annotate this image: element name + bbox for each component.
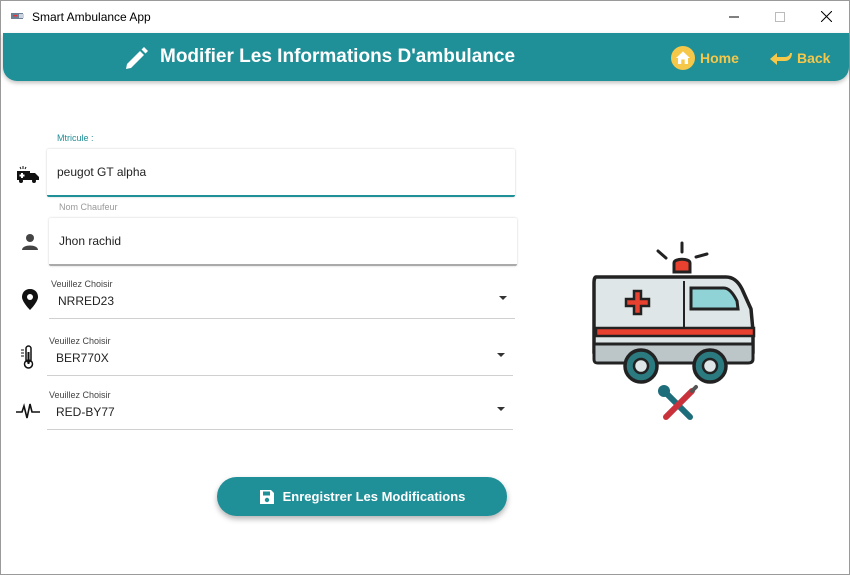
chevron-down-icon — [499, 296, 507, 300]
location-pin-icon — [16, 286, 44, 314]
wrench-screwdriver-icon — [658, 385, 698, 420]
ambulance-illustration — [592, 241, 756, 420]
select-3-value: RED-BY77 — [56, 405, 115, 419]
back-arrow-icon — [770, 53, 792, 65]
app-window: Smart Ambulance App Modifier Les Informa… — [0, 0, 850, 575]
heartbeat-icon — [14, 397, 42, 425]
save-button[interactable]: Enregistrer Les Modifications — [217, 477, 507, 516]
chauffeur-input[interactable] — [49, 218, 517, 266]
select-2-value: BER770X — [56, 351, 109, 365]
close-icon — [820, 11, 832, 22]
select-1-value: NRRED23 — [58, 294, 115, 308]
back-label: Back — [797, 50, 831, 66]
app-logo-icon — [11, 13, 24, 19]
close-button[interactable] — [803, 1, 849, 32]
maximize-button[interactable] — [757, 1, 803, 32]
home-button[interactable]: Home — [670, 45, 739, 71]
chevron-down-icon — [497, 407, 505, 411]
select-1-label: Veuillez Choisir — [51, 279, 113, 289]
pencil-icon — [126, 47, 148, 69]
matricule-label: Mtricule : — [57, 133, 94, 143]
person-icon — [16, 228, 44, 256]
home-label: Home — [700, 50, 739, 66]
save-icon — [259, 489, 274, 504]
home-icon — [671, 46, 695, 70]
matricule-input[interactable] — [47, 149, 515, 197]
minimize-icon — [729, 16, 739, 17]
select-2-label: Veuillez Choisir — [49, 336, 111, 346]
ambulance-icon — [14, 160, 42, 188]
window-title: Smart Ambulance App — [32, 10, 151, 24]
save-button-label: Enregistrer Les Modifications — [282, 489, 466, 504]
select-dropdown-1[interactable]: Veuillez Choisir NRRED23 — [49, 277, 515, 319]
title-bar: Smart Ambulance App — [1, 1, 849, 32]
maximize-icon — [775, 11, 785, 22]
thermometer-icon — [14, 343, 42, 371]
app-header: Modifier Les Informations D'ambulance Ho… — [3, 33, 849, 81]
chauffeur-label: Nom Chaufeur — [59, 202, 118, 212]
page-title: Modifier Les Informations D'ambulance — [160, 46, 516, 67]
back-button[interactable]: Back — [769, 45, 830, 71]
chevron-down-icon — [497, 353, 505, 357]
select-dropdown-2[interactable]: Veuillez Choisir BER770X — [47, 334, 513, 376]
select-dropdown-3[interactable]: Veuillez Choisir RED-BY77 — [47, 388, 513, 430]
select-3-label: Veuillez Choisir — [49, 390, 111, 400]
minimize-button[interactable] — [711, 1, 757, 32]
